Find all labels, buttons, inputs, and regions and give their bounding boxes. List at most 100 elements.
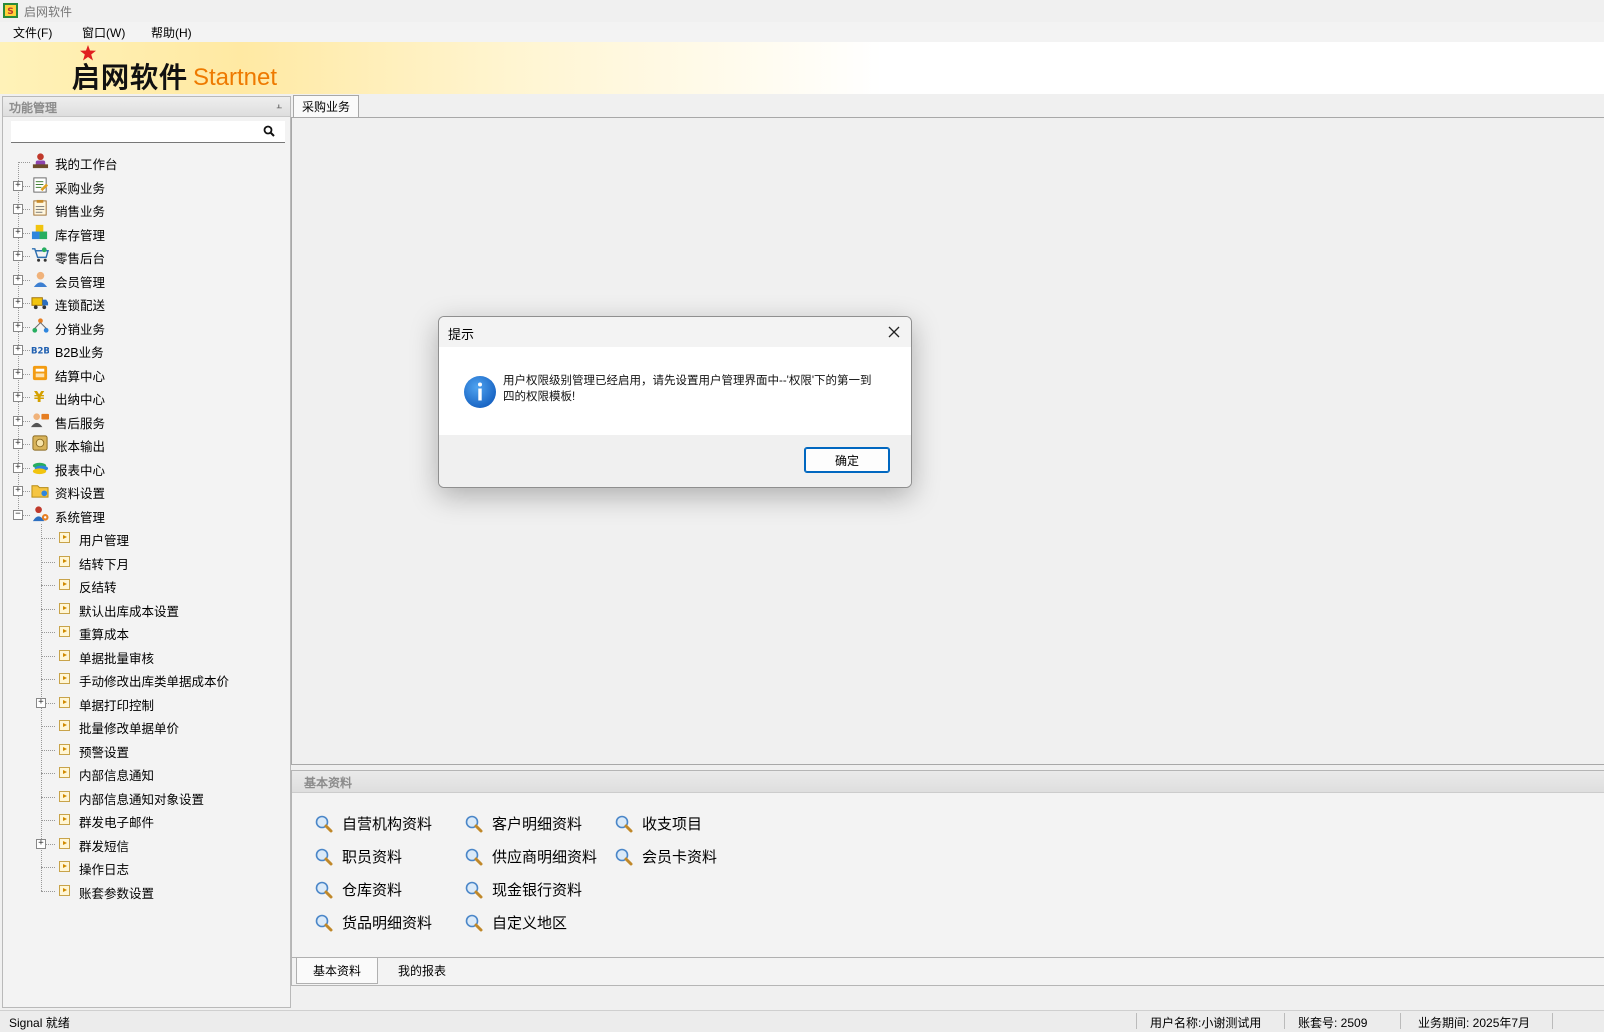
tree-node-14[interactable]: + 报表中心 <box>3 457 283 479</box>
tree-subnode-7[interactable]: 手动修改出库类单据成本价 <box>3 668 283 690</box>
expand-icon[interactable]: + <box>13 251 23 261</box>
tree-node-4[interactable]: + 库存管理 <box>3 222 283 244</box>
expand-icon[interactable]: + <box>13 227 23 238</box>
inventory-icon <box>31 224 48 239</box>
tree-subnode-label: 单据批量审核 <box>79 651 155 666</box>
expand-icon[interactable]: + <box>36 697 46 708</box>
function-panel-header: 功能管理 ⫠ <box>3 97 290 117</box>
svg-text:B2B: B2B <box>31 346 49 356</box>
tree-branch-line <box>41 773 55 774</box>
tree-subnode-13[interactable]: 群发电子邮件 <box>3 809 283 831</box>
expand-icon[interactable]: + <box>13 415 23 426</box>
magnifier-icon <box>465 914 483 932</box>
window-title: 启网软件 <box>24 5 73 19</box>
expand-icon[interactable]: + <box>13 392 23 402</box>
tree-branch-line <box>41 632 55 633</box>
tree-subnode-label: 重算成本 <box>79 628 130 642</box>
ok-button[interactable]: 确定 <box>804 447 890 473</box>
close-icon[interactable] <box>885 323 903 341</box>
tree-subnode-label: 群发短信 <box>79 839 130 854</box>
function-item-icon <box>59 814 70 825</box>
status-ready: Signal 就绪 <box>9 1016 70 1030</box>
tree-subnode-3[interactable]: 反结转 <box>3 574 283 596</box>
menu-window[interactable]: 窗口(W) <box>79 24 128 41</box>
expand-icon[interactable]: + <box>13 439 23 449</box>
tree-node-1[interactable]: 我的工作台 <box>3 151 283 173</box>
expand-icon[interactable]: + <box>13 180 23 191</box>
expand-icon[interactable]: + <box>13 462 23 473</box>
member-icon <box>33 271 48 287</box>
tree-subnode-6[interactable]: 单据批量审核 <box>3 645 283 667</box>
tree-node-12[interactable]: + 售后服务 <box>3 410 283 432</box>
tree-subnode-8[interactable]: + 单据打印控制 <box>3 692 283 714</box>
tab-my-reports[interactable]: 我的报表 <box>382 958 462 984</box>
quick-link-label: 自定义地区 <box>492 915 568 932</box>
pin-icon[interactable]: ⫠ <box>276 100 282 111</box>
expand-icon[interactable]: + <box>36 838 46 849</box>
tree-node-8[interactable]: + 分销业务 <box>3 316 283 338</box>
expand-icon[interactable]: + <box>13 368 23 379</box>
tree-node-label: 售后服务 <box>55 416 106 431</box>
tab-purchase[interactable]: 采购业务 <box>293 95 360 117</box>
status-divider <box>1552 1013 1553 1029</box>
expand-icon[interactable]: + <box>13 298 23 308</box>
tree-node-16[interactable]: − 系统管理 <box>3 504 283 526</box>
magnifier-icon <box>315 914 333 932</box>
menu-file[interactable]: 文件(F) <box>10 24 55 41</box>
quick-link-label: 收支项目 <box>642 816 703 833</box>
tree-branch-line <box>41 749 55 751</box>
tree-subnode-15[interactable]: 操作日志 <box>3 856 283 878</box>
expand-icon[interactable]: + <box>13 274 23 285</box>
tab-basic-data[interactable]: 基本资料 <box>296 958 379 984</box>
function-item-icon <box>59 720 70 731</box>
expand-icon[interactable]: + <box>13 345 23 355</box>
tree-node-13[interactable]: + 账本输出 <box>3 433 283 455</box>
function-search-input[interactable] <box>11 121 285 143</box>
tree-node-3[interactable]: + 销售业务 <box>3 198 283 220</box>
function-item-icon <box>59 555 70 567</box>
tree-subnode-label: 默认出库成本设置 <box>79 604 180 619</box>
tree-subnode-9[interactable]: 批量修改单据单价 <box>3 715 283 737</box>
tree-subnode-label: 手动修改出库类单据成本价 <box>79 675 230 689</box>
menu-help[interactable]: 帮助(H) <box>148 24 195 41</box>
purchase-icon <box>33 176 49 193</box>
tree-node-9[interactable]: + B2B B2B业务 <box>3 339 283 361</box>
tree-subnode-10[interactable]: 预警设置 <box>3 739 283 761</box>
collapse-icon[interactable]: − <box>13 509 23 520</box>
tree-subnode-14[interactable]: + 群发短信 <box>3 833 283 855</box>
magnifier-icon <box>615 815 633 833</box>
expand-icon[interactable]: + <box>13 204 23 214</box>
quick-link-label: 自营机构资料 <box>342 816 433 833</box>
tree-node-label: 零售后台 <box>55 252 106 266</box>
tree-subnode-16[interactable]: 账套参数设置 <box>3 880 283 902</box>
yen-icon: ¥ <box>34 388 45 405</box>
tree-branch-line <box>41 608 55 610</box>
expand-icon[interactable]: + <box>13 486 23 496</box>
tree-subnode-2[interactable]: 结转下月 <box>3 551 283 573</box>
tree-subnode-label: 结转下月 <box>79 557 130 572</box>
tree-subnode-12[interactable]: 内部信息通知对象设置 <box>3 786 283 808</box>
tree-branch-line <box>41 561 55 563</box>
tree-node-label: 报表中心 <box>55 463 106 478</box>
b2b-icon: B2B <box>31 346 49 356</box>
tree-node-label: 库存管理 <box>55 228 106 243</box>
tree-subnode-label: 群发电子邮件 <box>79 816 155 830</box>
tree-node-6[interactable]: + 会员管理 <box>3 269 283 291</box>
logo-text-en: Startnet <box>193 64 278 91</box>
expand-icon[interactable]: + <box>13 321 23 332</box>
tree-subnode-1[interactable]: 用户管理 <box>3 527 283 549</box>
search-icon[interactable] <box>263 125 275 137</box>
tree-node-11[interactable]: + ¥ 出纳中心 <box>3 386 283 408</box>
magnifier-icon <box>465 881 483 899</box>
tree-node-2[interactable]: + 采购业务 <box>3 175 283 197</box>
main-tab-bar: 采购业务 <box>291 94 1604 118</box>
tree-node-7[interactable]: + 连锁配送 <box>3 292 283 314</box>
tree-node-15[interactable]: + 资料设置 <box>3 480 283 502</box>
tree-branch-line <box>18 162 30 163</box>
tree-node-10[interactable]: + 结算中心 <box>3 363 283 385</box>
tree-subnode-4[interactable]: 默认出库成本设置 <box>3 598 283 620</box>
tree-subnode-5[interactable]: 重算成本 <box>3 621 283 643</box>
tree-node-5[interactable]: + 零售后台 <box>3 245 283 267</box>
tree-subnode-11[interactable]: 内部信息通知 <box>3 762 283 784</box>
tree-subnode-label: 内部信息通知 <box>79 769 155 783</box>
